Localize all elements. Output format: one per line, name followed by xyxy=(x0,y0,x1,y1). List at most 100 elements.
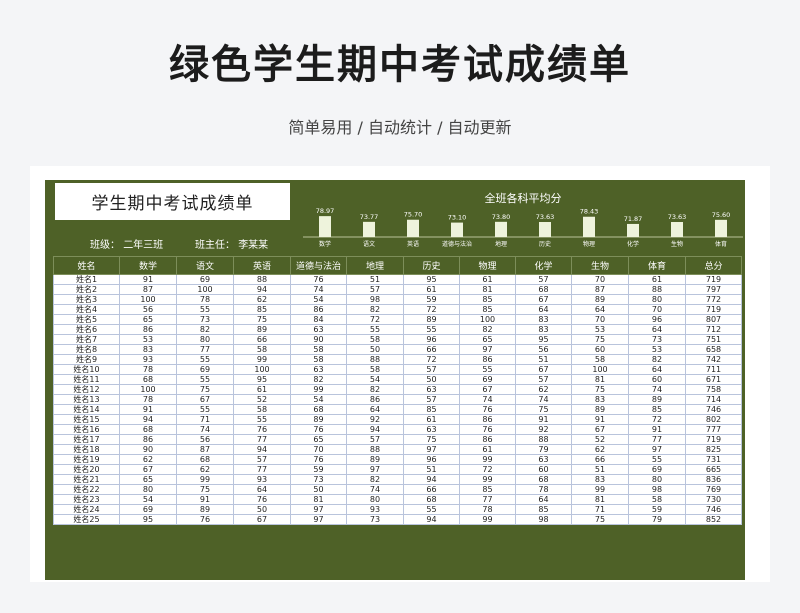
class-value: 二年三班 xyxy=(123,240,164,251)
table-cell: 89 xyxy=(403,314,460,325)
class-info: 班级： 二年三班 xyxy=(90,236,163,251)
table-cell: 758 xyxy=(685,384,742,395)
table-cell: 75 xyxy=(571,334,629,345)
table-cell: 58 xyxy=(233,344,291,355)
table-cell: 64 xyxy=(515,304,572,315)
table-cell: 57 xyxy=(403,364,460,375)
table-cell: 姓名11 xyxy=(53,374,120,385)
table-cell: 93 xyxy=(346,504,404,515)
table-cell: 93 xyxy=(233,474,291,485)
chart-category-label: 数学 xyxy=(319,240,331,248)
table-cell: 51 xyxy=(346,274,404,285)
table-cell: 55 xyxy=(176,304,234,315)
table-cell: 58 xyxy=(233,404,291,415)
table-cell: 61 xyxy=(403,414,460,425)
table-cell: 54 xyxy=(290,394,347,405)
table-cell: 53 xyxy=(628,344,686,355)
table-cell: 85 xyxy=(459,294,516,305)
table-cell: 姓名9 xyxy=(53,354,120,365)
table-cell: 62 xyxy=(233,294,291,305)
table-cell: 98 xyxy=(346,294,404,305)
table-cell: 59 xyxy=(628,504,686,515)
table-cell: 719 xyxy=(685,274,742,285)
table-row: 姓名9 93 55 99 58 88 72 86 51 58 82 742 xyxy=(53,354,742,365)
table-cell: 74 xyxy=(515,394,572,405)
table-cell: 75 xyxy=(176,384,234,395)
table-cell: 80 xyxy=(119,484,177,495)
table-cell: 61 xyxy=(628,274,686,285)
table-cell: 67 xyxy=(233,514,291,525)
table-cell: 100 xyxy=(571,364,629,375)
chart-bar xyxy=(671,222,683,237)
table-cell: 772 xyxy=(685,294,742,305)
table-cell: 63 xyxy=(290,324,347,335)
table-cell: 97 xyxy=(346,464,404,475)
table-cell: 77 xyxy=(176,344,234,355)
table-cell: 姓名25 xyxy=(53,514,120,525)
table-cell: 89 xyxy=(290,414,347,425)
table-cell: 姓名22 xyxy=(53,484,120,495)
table-cell: 99 xyxy=(571,484,629,495)
table-cell: 79 xyxy=(515,444,572,455)
column-header: 英语 xyxy=(233,256,291,275)
table-cell: 83 xyxy=(515,324,572,335)
table-cell: 99 xyxy=(459,474,516,485)
table-cell: 55 xyxy=(403,324,460,335)
table-cell: 67 xyxy=(176,394,234,405)
table-cell: 769 xyxy=(685,484,742,495)
column-header: 道德与法治 xyxy=(290,256,347,275)
chart-value-label: 71.87 xyxy=(624,215,643,223)
table-row: 姓名15 94 71 55 89 92 61 86 91 91 72 802 xyxy=(53,414,742,425)
table-cell: 74 xyxy=(290,284,347,295)
table-cell: 83 xyxy=(571,394,629,405)
table-row: 姓名2 87 100 94 74 57 61 81 68 87 88 797 xyxy=(53,284,742,295)
table-cell: 66 xyxy=(571,454,629,465)
column-header: 地理 xyxy=(346,256,404,275)
table-cell: 67 xyxy=(459,384,516,395)
table-cell: 712 xyxy=(685,324,742,335)
table-cell: 72 xyxy=(403,304,460,315)
table-row: 姓名10 78 69 100 63 58 57 55 67 100 64 711 xyxy=(53,364,742,375)
table-cell: 姓名3 xyxy=(53,294,120,305)
table-cell: 77 xyxy=(628,434,686,445)
table-cell: 671 xyxy=(685,374,742,385)
table-cell: 92 xyxy=(515,424,572,435)
table-cell: 100 xyxy=(119,294,177,305)
table-cell: 80 xyxy=(628,474,686,485)
table-cell: 53 xyxy=(119,334,177,345)
table-cell: 74 xyxy=(176,424,234,435)
table-cell: 852 xyxy=(685,514,742,525)
table-cell: 姓名18 xyxy=(53,444,120,455)
table-cell: 85 xyxy=(403,404,460,415)
table-cell: 100 xyxy=(119,384,177,395)
table-cell: 姓名23 xyxy=(53,494,120,505)
table-cell: 75 xyxy=(571,514,629,525)
chart-category-label: 英语 xyxy=(407,240,419,248)
table-cell: 746 xyxy=(685,404,742,415)
table-cell: 807 xyxy=(685,314,742,325)
table-cell: 97 xyxy=(290,514,347,525)
table-cell: 姓名10 xyxy=(53,364,120,375)
table-cell: 742 xyxy=(685,354,742,365)
table-cell: 73 xyxy=(628,334,686,345)
table-cell: 65 xyxy=(290,434,347,445)
chart-bar xyxy=(583,216,595,237)
chart-bar xyxy=(407,219,419,237)
column-header: 总分 xyxy=(685,256,742,275)
table-cell: 93 xyxy=(119,354,177,365)
table-cell: 83 xyxy=(119,344,177,355)
table-cell: 54 xyxy=(290,294,347,305)
table-cell: 58 xyxy=(571,354,629,365)
table-cell: 姓名16 xyxy=(53,424,120,435)
table-cell: 75 xyxy=(515,404,572,415)
table-cell: 77 xyxy=(233,464,291,475)
table-row: 姓名12 100 75 61 99 82 63 67 62 75 74 758 xyxy=(53,384,742,395)
table-cell: 658 xyxy=(685,344,742,355)
teacher-value: 李某某 xyxy=(238,240,269,251)
table-cell: 57 xyxy=(346,284,404,295)
table-cell: 89 xyxy=(346,454,404,465)
table-row: 姓名5 65 73 75 84 72 89 100 83 70 96 807 xyxy=(53,314,742,325)
chart-bar xyxy=(495,221,507,237)
table-cell: 55 xyxy=(346,324,404,335)
table-cell: 719 xyxy=(685,434,742,445)
